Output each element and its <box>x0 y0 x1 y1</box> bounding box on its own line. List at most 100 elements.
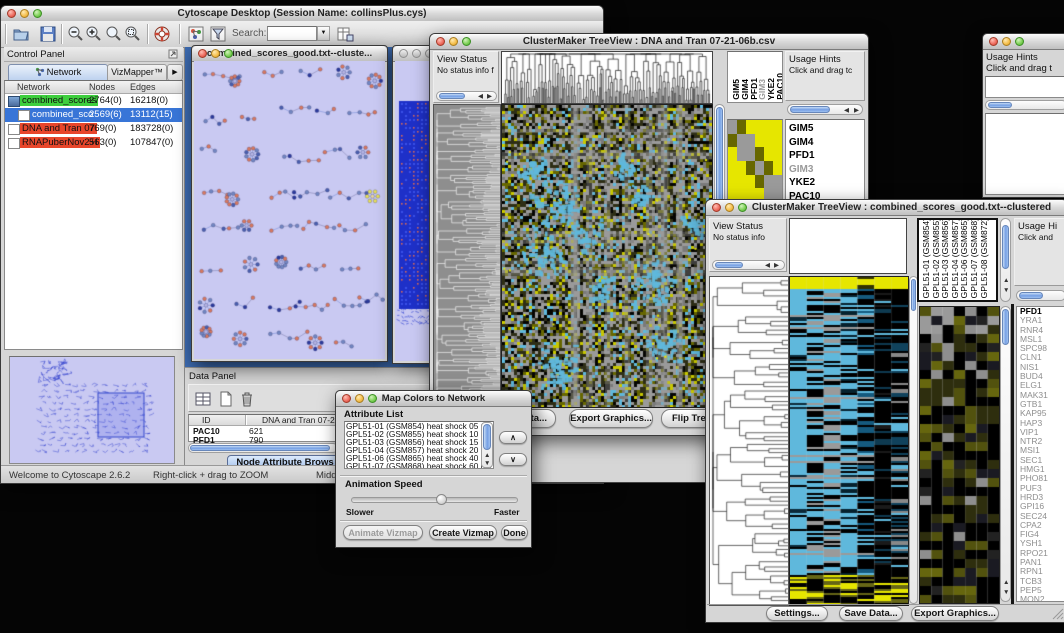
scroll-down-icon[interactable]: ▼ <box>484 460 490 468</box>
export-graphics-button[interactable]: Export Graphics... <box>569 409 653 428</box>
search-dropdown-button[interactable]: ▼ <box>317 26 330 41</box>
column-labels-vscrollbar[interactable]: ▲ ▼ <box>1000 218 1011 302</box>
new-document-icon[interactable] <box>217 390 235 408</box>
zoom-window-icon[interactable] <box>462 37 471 46</box>
row-dendrogram[interactable] <box>709 276 789 606</box>
global-heatmap[interactable] <box>789 276 909 606</box>
network-canvas[interactable] <box>194 61 385 359</box>
treeview-1-titlebar[interactable]: ClusterMaker TreeView : DNA and Tran 07-… <box>430 34 868 50</box>
treeview-2-titlebar[interactable]: ClusterMaker TreeView : combined_scores_… <box>706 200 1064 216</box>
animation-speed-slider[interactable] <box>351 497 518 503</box>
animate-vizmap-button[interactable]: Animate Vizmap <box>343 525 423 540</box>
slider-thumb[interactable] <box>436 494 447 505</box>
minimize-icon[interactable] <box>412 49 421 58</box>
scroll-left-icon[interactable]: ◀ <box>478 93 483 101</box>
close-icon[interactable] <box>712 203 721 212</box>
open-icon[interactable] <box>12 25 30 43</box>
tab-vizmapper[interactable]: VizMapper™ <box>107 64 167 81</box>
move-down-button[interactable]: ∨ <box>499 453 527 466</box>
attribute-list-item[interactable]: GPL51-04 (GSM857) heat shock 20 min <box>346 446 492 454</box>
scroll-right-icon[interactable]: ▶ <box>774 262 779 270</box>
network-list-row[interactable]: combined_sco2569(6)13112(15) <box>5 108 182 122</box>
create-vizmap-button[interactable]: Create Vizmap <box>429 525 497 540</box>
scroll-left-icon[interactable]: ◀ <box>765 262 770 270</box>
row-dendrogram[interactable] <box>433 104 501 408</box>
usage-hints-hscrollbar[interactable]: ◀ ▶ <box>787 104 863 115</box>
table-icon[interactable] <box>194 390 212 408</box>
zoom-selected-icon[interactable] <box>124 25 142 43</box>
view-status-hscroll-thumb[interactable] <box>715 262 743 268</box>
zoom-heatmap-vscrollbar[interactable]: ▲ ▼ <box>1000 306 1011 602</box>
attribute-list-item[interactable]: GPL51-07 (GSM868) heat shock 60 min <box>346 462 492 469</box>
zoom-heatmap-vscroll-thumb[interactable] <box>1002 309 1009 345</box>
usage-hints-hscrollbar[interactable] <box>1016 290 1064 301</box>
data-panel-hscrollbar[interactable] <box>188 443 338 453</box>
minimize-icon[interactable] <box>20 9 29 18</box>
help-ring-icon[interactable] <box>153 25 171 43</box>
close-icon[interactable] <box>7 9 16 18</box>
network-view-titlebar[interactable]: combined_scores_good.txt--cluste... <box>192 46 387 62</box>
export-graphics-button[interactable]: Export Graphics... <box>911 606 999 621</box>
view-status-hscrollbar[interactable]: ◀ ▶ <box>712 260 785 270</box>
settings-button[interactable]: Settings... <box>766 606 828 621</box>
network-list-row[interactable]: DNA and Tran 07769(0)183728(0) <box>5 122 182 136</box>
resize-grip-icon[interactable] <box>1052 608 1064 620</box>
zoom-window-icon[interactable] <box>224 49 233 58</box>
save-data-button[interactable]: Save Data... <box>839 606 903 621</box>
column-labels-vscroll-thumb[interactable] <box>1002 225 1009 269</box>
search-input[interactable] <box>267 26 317 41</box>
scroll-right-icon[interactable]: ▶ <box>487 93 492 101</box>
view-status-hscroll-thumb[interactable] <box>439 93 465 99</box>
filter-icon[interactable] <box>209 25 227 43</box>
scroll-down-icon[interactable]: ▼ <box>1003 589 1009 597</box>
network-overview-canvas[interactable] <box>10 357 174 463</box>
attribute-list-item[interactable]: GPL51-01 (GSM854) heat shock 05 min <box>346 422 492 430</box>
tab-overflow-button[interactable]: ▶ <box>167 64 183 81</box>
minimize-icon[interactable] <box>449 37 458 46</box>
network-overview-panel[interactable] <box>9 356 175 464</box>
usage-hints-hscroll-thumb[interactable] <box>790 106 830 113</box>
minimize-icon[interactable] <box>1002 37 1011 46</box>
scroll-up-icon[interactable]: ▲ <box>484 452 490 460</box>
zoom-window-icon[interactable] <box>1015 37 1024 46</box>
attribute-list-item[interactable]: GPL51-02 (GSM855) heat shock 10 min <box>346 430 492 438</box>
scroll-left-icon[interactable]: ◀ <box>844 107 849 115</box>
cytoscape-titlebar[interactable]: Cytoscape Desktop (Session Name: collins… <box>1 6 603 22</box>
close-icon[interactable] <box>399 49 408 58</box>
data-panel-hscroll-thumb[interactable] <box>190 445 330 451</box>
scroll-right-icon[interactable]: ▶ <box>854 107 859 115</box>
zoom-window-icon[interactable] <box>33 9 42 18</box>
column-dendrogram-area[interactable] <box>789 218 907 274</box>
network-overview-icon[interactable] <box>187 25 205 43</box>
close-icon[interactable] <box>342 394 351 403</box>
column-dendrogram[interactable] <box>501 51 713 104</box>
zoom-heatmap[interactable] <box>919 306 1000 604</box>
import-table-icon[interactable] <box>336 25 354 43</box>
minimize-icon[interactable] <box>211 49 220 58</box>
view-status-hscrollbar[interactable]: ◀ ▶ <box>436 91 497 101</box>
zoom-in-icon[interactable] <box>85 25 103 43</box>
tab-network[interactable]: Network <box>8 64 108 81</box>
done-button[interactable]: Done <box>501 525 528 540</box>
window-controls[interactable] <box>7 9 42 18</box>
zoom-heatmap-matrix[interactable] <box>728 120 782 202</box>
network-list-row[interactable]: RNAPuberNov2+I563(0)107847(0) <box>5 136 182 150</box>
close-icon[interactable] <box>436 37 445 46</box>
scroll-down-icon[interactable]: ▼ <box>1003 287 1009 295</box>
global-heatmap-vscrollbar[interactable] <box>909 276 918 604</box>
scroll-up-icon[interactable]: ▲ <box>1003 277 1009 285</box>
attribute-list[interactable]: GPL51-01 (GSM854) heat shock 05 minGPL51… <box>344 421 494 469</box>
treeview-fragment-titlebar[interactable] <box>983 34 1064 50</box>
global-heatmap-vscroll-thumb[interactable] <box>911 279 916 311</box>
float-panel-icon[interactable] <box>168 49 178 59</box>
attribute-list-vscroll-thumb[interactable] <box>483 424 491 450</box>
zoom-out-icon[interactable] <box>67 25 85 43</box>
fragment-hscrollbar[interactable] <box>985 100 1064 110</box>
close-icon[interactable] <box>989 37 998 46</box>
zoom-fit-icon[interactable] <box>105 25 123 43</box>
zoom-window-icon[interactable] <box>368 394 377 403</box>
close-icon[interactable] <box>198 49 207 58</box>
move-up-button[interactable]: ∧ <box>499 431 527 444</box>
save-icon[interactable] <box>39 25 57 43</box>
minimize-icon[interactable] <box>355 394 364 403</box>
